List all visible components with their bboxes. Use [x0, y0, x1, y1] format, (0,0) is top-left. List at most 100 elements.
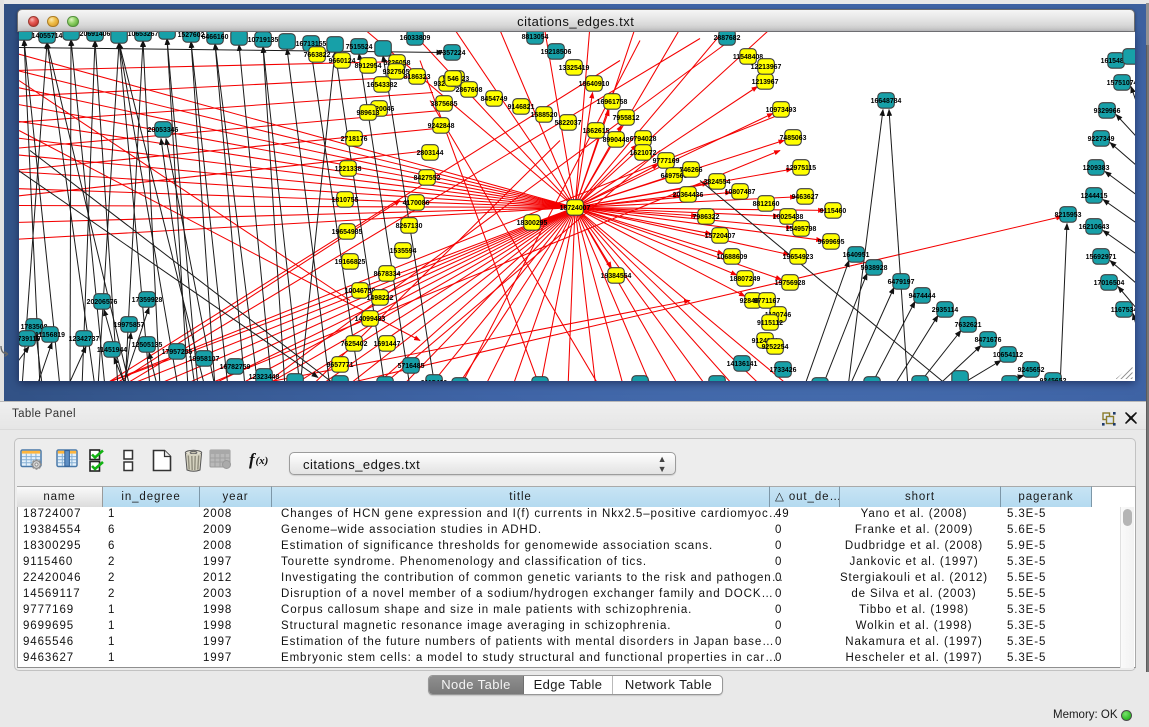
svg-text:11156819: 11156819	[35, 332, 65, 339]
svg-text:16648784: 16648784	[871, 98, 902, 105]
svg-text:8215953: 8215953	[1055, 212, 1082, 219]
svg-text:6466160: 6466160	[202, 34, 229, 41]
svg-text:5822037: 5822037	[555, 120, 582, 127]
svg-text:(x): (x)	[256, 455, 269, 467]
svg-text:15692971: 15692971	[1086, 254, 1117, 261]
svg-text:1244415: 1244415	[1081, 193, 1108, 200]
svg-text:16961758: 16961758	[597, 99, 628, 106]
svg-text:20053346: 20053346	[148, 127, 179, 134]
svg-text:2887682: 2887682	[714, 35, 741, 42]
svg-text:7485063: 7485063	[780, 135, 807, 142]
svg-text:1588520: 1588520	[531, 112, 558, 119]
svg-text:8678334: 8678334	[374, 271, 401, 278]
svg-text:8813054: 8813054	[522, 34, 549, 41]
svg-text:989613: 989613	[357, 110, 380, 117]
svg-text:8990448: 8990448	[603, 137, 630, 144]
svg-text:9327505: 9327505	[383, 69, 410, 76]
svg-text:11451944: 11451944	[97, 347, 127, 354]
svg-text:9146821: 9146821	[508, 104, 535, 111]
svg-text:9242848: 9242848	[428, 123, 455, 130]
svg-text:10807487: 10807487	[725, 189, 756, 196]
svg-text:2803144: 2803144	[417, 150, 444, 157]
svg-text:9245652: 9245652	[1018, 367, 1045, 374]
svg-text:10046758: 10046758	[345, 288, 376, 295]
svg-text:19654923: 19654923	[783, 254, 814, 261]
svg-text:3824554: 3824554	[704, 179, 731, 186]
svg-text:6794028: 6794028	[630, 136, 657, 143]
svg-text:8267130: 8267130	[396, 223, 423, 230]
svg-text:19958107: 19958107	[189, 356, 220, 363]
svg-text:9329966: 9329966	[1094, 108, 1121, 115]
svg-text:18724007: 18724007	[560, 205, 591, 212]
svg-text:19654985: 19654985	[332, 229, 363, 236]
svg-text:7632621: 7632621	[955, 322, 982, 329]
svg-text:1221338: 1221338	[335, 166, 362, 173]
svg-text:13325419: 13325419	[559, 65, 590, 72]
svg-text:8454749: 8454749	[481, 96, 508, 103]
svg-text:12505135: 12505135	[132, 342, 163, 349]
svg-text:1733426: 1733426	[770, 367, 797, 374]
svg-text:18807249: 18807249	[730, 276, 761, 283]
svg-text:17359928: 17359928	[132, 297, 163, 304]
svg-text:9227349: 9227349	[1088, 136, 1115, 143]
svg-text:9115460: 9115460	[820, 208, 847, 215]
svg-text:20691406: 20691406	[80, 32, 111, 38]
svg-text:10973493: 10973493	[766, 107, 797, 114]
svg-text:12213967: 12213967	[751, 64, 782, 71]
svg-text:1535594: 1535594	[390, 248, 417, 255]
svg-text:1691447: 1691447	[374, 341, 401, 348]
svg-text:1498222: 1498222	[367, 295, 394, 302]
svg-text:14055714: 14055714	[32, 33, 63, 40]
svg-text:16210643: 16210643	[1079, 224, 1110, 231]
svg-text:16782759: 16782759	[220, 364, 251, 371]
svg-text:8812160: 8812160	[753, 201, 780, 208]
svg-text:12975115: 12975115	[786, 165, 816, 172]
svg-text:746266: 746266	[680, 167, 703, 174]
svg-text:9245652: 9245652	[1040, 378, 1067, 381]
svg-text:20364436: 20364436	[673, 192, 704, 199]
svg-text:1167534: 1167534	[1111, 307, 1135, 314]
svg-text:9115460: 9115460	[421, 380, 448, 381]
svg-text:12323448: 12323448	[249, 374, 280, 381]
svg-text:9660124: 9660124	[329, 58, 356, 65]
svg-text:9771167: 9771167	[754, 298, 781, 305]
svg-text:15495798: 15495798	[786, 226, 817, 233]
svg-text:19384554: 19384554	[601, 273, 632, 280]
svg-text:17957255: 17957255	[162, 349, 193, 356]
svg-text:546: 546	[447, 76, 459, 83]
svg-text:19166825: 19166825	[335, 259, 366, 266]
svg-text:7515524: 7515524	[346, 44, 373, 51]
svg-text:2935114: 2935114	[932, 307, 959, 314]
svg-text:9252254: 9252254	[762, 344, 789, 351]
svg-text:8471676: 8471676	[975, 337, 1002, 344]
svg-text:7955812: 7955812	[613, 115, 640, 122]
svg-text:19975857: 19975857	[114, 322, 145, 329]
svg-text:9777169: 9777169	[653, 158, 680, 165]
svg-text:12342737: 12342737	[69, 336, 100, 343]
svg-text:5716485: 5716485	[398, 363, 425, 370]
svg-text:14136141: 14136141	[727, 361, 758, 368]
svg-text:9699695: 9699695	[818, 239, 845, 246]
svg-text:7357224: 7357224	[439, 50, 466, 57]
svg-text:15720407: 15720407	[705, 233, 736, 240]
svg-text:16543382: 16543382	[367, 82, 398, 89]
svg-text:19756928: 19756928	[775, 280, 806, 287]
svg-text:7986322: 7986322	[693, 214, 720, 221]
svg-text:16033809: 16033809	[400, 35, 431, 42]
svg-text:1213967: 1213967	[752, 79, 779, 86]
svg-text:9474444: 9474444	[909, 293, 936, 300]
svg-text:14099483: 14099483	[355, 316, 386, 323]
svg-text:10688609: 10688609	[717, 254, 748, 261]
svg-text:17016504: 17016504	[1094, 280, 1125, 287]
svg-text:5938928: 5938928	[861, 265, 888, 272]
svg-text:7663822: 7663822	[304, 52, 331, 59]
svg-text:1527602: 1527602	[178, 32, 205, 39]
svg-text:7625402: 7625402	[341, 341, 368, 348]
svg-text:15751074: 15751074	[1107, 80, 1135, 87]
svg-text:19218506: 19218506	[541, 49, 572, 56]
svg-text:20206576: 20206576	[87, 299, 118, 306]
svg-text:10654112: 10654112	[993, 352, 1023, 359]
svg-text:10719135: 10719135	[248, 37, 279, 44]
svg-text:18300295: 18300295	[517, 220, 548, 227]
svg-text:8912954: 8912954	[355, 63, 382, 70]
